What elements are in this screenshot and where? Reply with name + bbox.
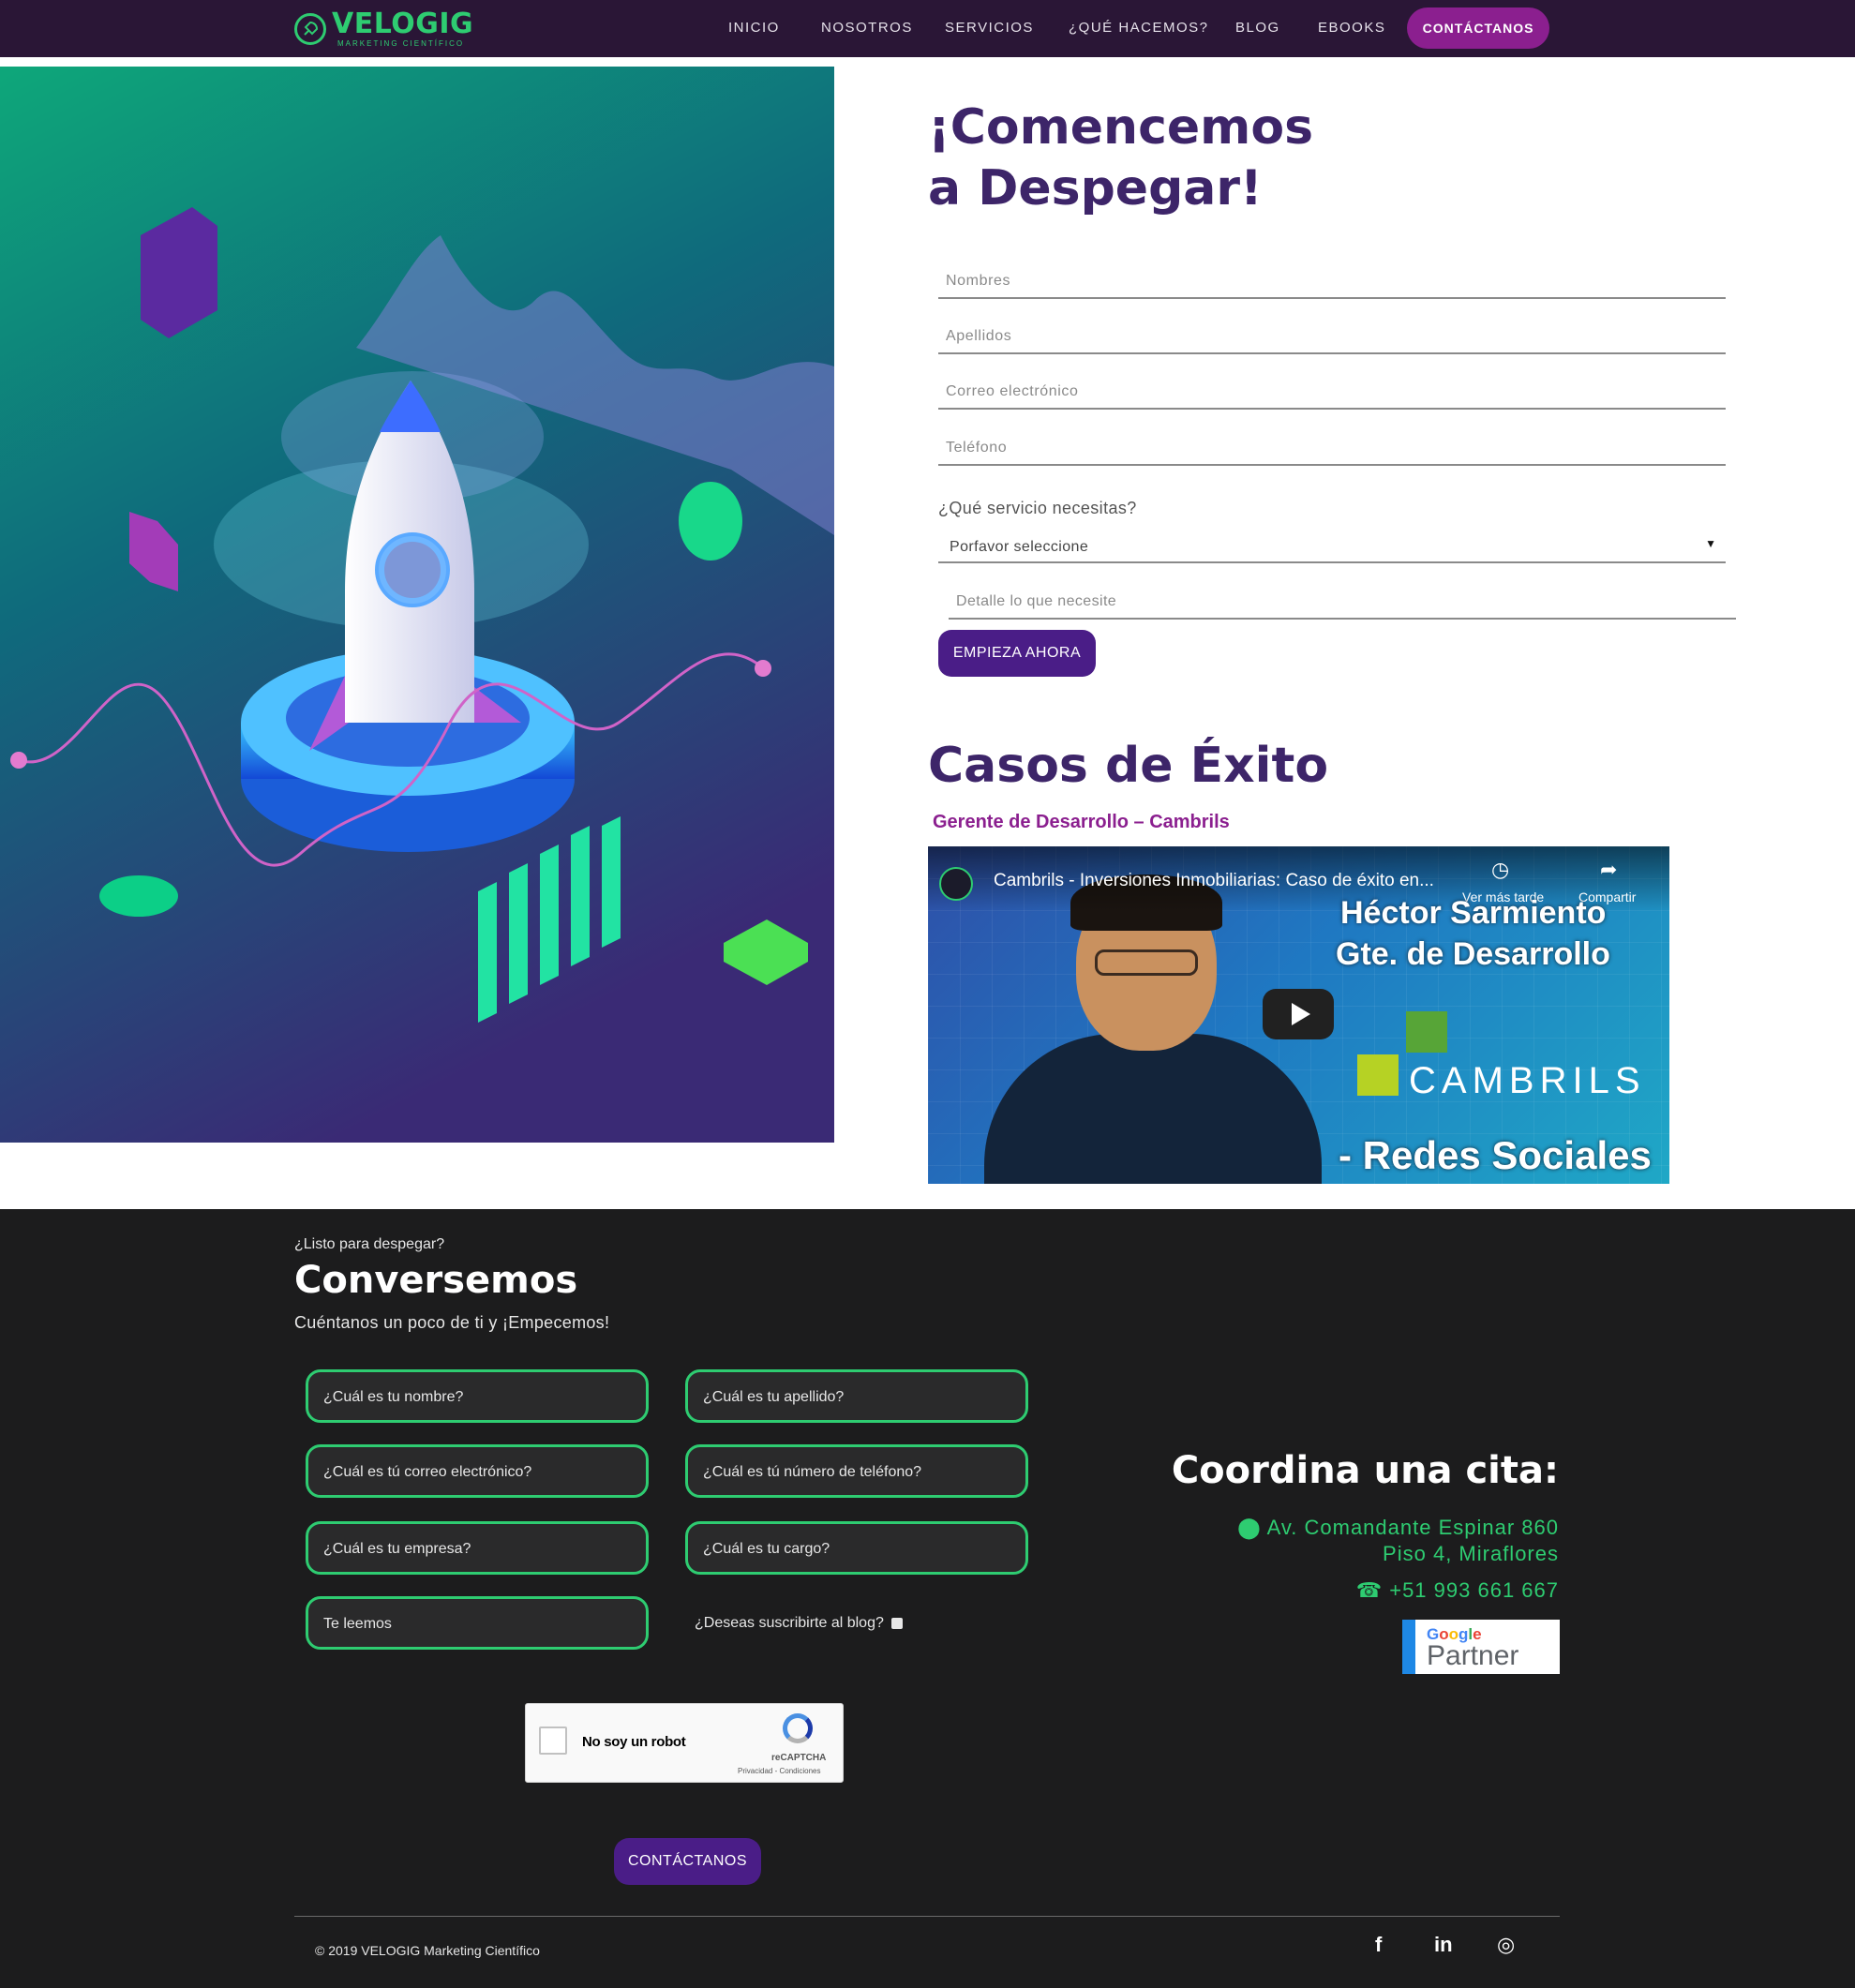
nombres-placeholder: Nombres: [946, 273, 1011, 289]
linkedin-icon[interactable]: in: [1434, 1933, 1453, 1957]
footer-phone-input[interactable]: ¿Cuál es tú número de teléfono?: [685, 1444, 1028, 1498]
start-now-button[interactable]: EMPIEZA AHORA: [938, 630, 1096, 677]
video-name-line: Héctor Sarmiento: [1340, 895, 1607, 931]
telefono-field[interactable]: Teléfono: [938, 428, 1726, 466]
address-line1: Av. Comandante Espinar 860: [1266, 1516, 1559, 1539]
footer-subtitle: Cuéntanos un poco de ti y ¡Empecemos!: [294, 1313, 610, 1332]
detail-field[interactable]: Detalle lo que necesite: [949, 582, 1736, 620]
footer-phone-placeholder: ¿Cuál es tú número de teléfono?: [703, 1464, 922, 1480]
form-heading: ¡Comencemos a Despegar!: [928, 97, 1313, 219]
footer-kicker: ¿Listo para despegar?: [294, 1236, 445, 1252]
video-brand: CAMBRILS: [1409, 1060, 1646, 1101]
instagram-icon[interactable]: ◎: [1497, 1933, 1515, 1957]
footer-company-input[interactable]: ¿Cuál es tu empresa?: [306, 1521, 649, 1575]
footer-name-input[interactable]: ¿Cuál es tu nombre?: [306, 1369, 649, 1423]
form-heading-line2: a Despegar!: [928, 160, 1263, 217]
facebook-icon[interactable]: f: [1375, 1933, 1382, 1957]
footer-message-input[interactable]: Te leemos: [306, 1596, 649, 1650]
phone-icon: ☎: [1355, 1578, 1390, 1602]
recaptcha-widget: No soy un robot reCAPTCHA Privacidad - C…: [525, 1703, 844, 1783]
footer-lastname-input[interactable]: ¿Cuál es tu apellido?: [685, 1369, 1028, 1423]
map-marker-icon: ⬤: [1237, 1516, 1267, 1539]
form-heading-line1: ¡Comencemos: [928, 99, 1314, 156]
nav-contact-button[interactable]: CONTÁCTANOS: [1407, 7, 1549, 49]
logo-name: VELOGIG: [332, 7, 474, 40]
phone[interactable]: ☎ +51 993 661 667: [1356, 1578, 1559, 1603]
address-line2: Piso 4, Miraflores: [1383, 1542, 1559, 1565]
detail-placeholder: Detalle lo que necesite: [956, 593, 1117, 609]
subscribe-checkbox[interactable]: [890, 1618, 903, 1629]
footer-contact-button[interactable]: CONTÁCTANOS: [614, 1838, 761, 1885]
service-selected-value: Porfavor seleccione: [950, 539, 1089, 555]
footer-email-placeholder: ¿Cuál es tú correo electrónico?: [323, 1464, 532, 1480]
recaptcha-brand: reCAPTCHA: [771, 1753, 827, 1763]
nav-item-que-hacemos[interactable]: ¿QUÉ HACEMOS?: [1069, 20, 1209, 36]
apellidos-field[interactable]: Apellidos: [938, 317, 1726, 354]
share-icon[interactable]: ➦: [1600, 858, 1617, 882]
apellidos-placeholder: Apellidos: [946, 328, 1012, 344]
recaptcha-links[interactable]: Privacidad - Condiciones: [738, 1767, 821, 1775]
footer-divider: [294, 1916, 1560, 1917]
video-role-line: Gte. de Desarrollo: [1336, 936, 1610, 972]
footer-name-placeholder: ¿Cuál es tu nombre?: [323, 1389, 464, 1405]
nav-item-nosotros[interactable]: NOSOTROS: [821, 20, 913, 36]
cases-heading: Casos de Éxito: [928, 738, 1329, 794]
cases-subtitle: Gerente de Desarrollo – Cambrils: [933, 812, 1230, 832]
footer-email-input[interactable]: ¿Cuál es tú correo electrónico?: [306, 1444, 649, 1498]
top-navbar: VELOGIG Marketing Científico INICIO NOSO…: [0, 0, 1855, 57]
nav-item-blog[interactable]: BLOG: [1235, 20, 1280, 36]
google-partner-badge[interactable]: Google Partner: [1402, 1620, 1560, 1674]
clock-icon[interactable]: ◷: [1491, 858, 1509, 882]
play-icon: [1292, 1003, 1310, 1025]
velogig-logo[interactable]: VELOGIG Marketing Científico: [294, 10, 473, 48]
copyright: © 2019 VELOGIG Marketing Científico: [315, 1943, 540, 1958]
nav-item-inicio[interactable]: INICIO: [728, 20, 780, 36]
nombres-field[interactable]: Nombres: [938, 262, 1726, 299]
appointment-title: Coordina una cita:: [1171, 1449, 1559, 1492]
recaptcha-label: No soy un robot: [582, 1734, 686, 1750]
video-title[interactable]: Cambrils - Inversiones Inmobiliarias: Ca…: [994, 871, 1434, 891]
telefono-placeholder: Teléfono: [946, 440, 1008, 456]
rocket-illustration: [0, 67, 834, 1143]
video-banner: - Redes Sociales: [1339, 1133, 1652, 1177]
footer-message-placeholder: Te leemos: [323, 1616, 392, 1632]
subscribe-checkbox-row[interactable]: ¿Deseas suscribirte al blog?: [695, 1615, 903, 1632]
case-video-player[interactable]: Cambrils - Inversiones Inmobiliarias: Ca…: [928, 846, 1669, 1184]
recaptcha-checkbox[interactable]: [539, 1726, 567, 1755]
email-placeholder: Correo electrónico: [946, 383, 1079, 399]
address: ⬤ Av. Comandante Espinar 860 Piso 4, Mir…: [1237, 1515, 1559, 1567]
recaptcha-logo-icon: [783, 1713, 813, 1743]
chevron-down-icon: ▼: [1705, 537, 1716, 550]
footer-title: Conversemos: [294, 1259, 578, 1302]
nav-item-servicios[interactable]: SERVICIOS: [945, 20, 1034, 36]
logo-tagline: Marketing Científico: [337, 39, 465, 48]
channel-avatar[interactable]: [939, 867, 973, 901]
play-button[interactable]: [1263, 989, 1334, 1039]
footer-position-placeholder: ¿Cuál es tu cargo?: [703, 1541, 830, 1557]
email-field[interactable]: Correo electrónico: [938, 372, 1726, 410]
service-label: ¿Qué servicio necesitas?: [938, 499, 1137, 517]
partner-label: Partner: [1427, 1640, 1519, 1671]
subscribe-label: ¿Deseas suscribirte al blog?: [695, 1615, 884, 1631]
footer-position-input[interactable]: ¿Cuál es tu cargo?: [685, 1521, 1028, 1575]
footer-company-placeholder: ¿Cuál es tu empresa?: [323, 1541, 471, 1557]
service-select[interactable]: Porfavor seleccione ▼: [938, 530, 1726, 563]
footer-lastname-placeholder: ¿Cuál es tu apellido?: [703, 1389, 845, 1405]
footer: ¿Listo para despegar? Conversemos Cuénta…: [0, 1209, 1855, 1988]
phone-number: +51 993 661 667: [1389, 1578, 1559, 1602]
nav-item-ebooks[interactable]: EBOOKS: [1318, 20, 1385, 36]
rocket-logo-icon: [294, 13, 326, 45]
